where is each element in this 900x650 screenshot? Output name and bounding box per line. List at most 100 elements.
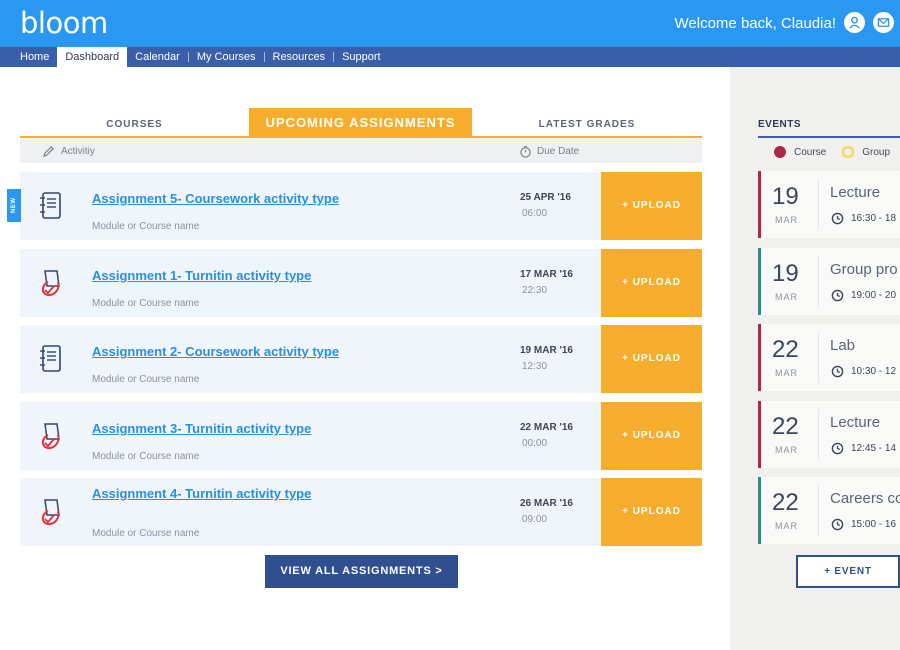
nav-my-courses[interactable]: My Courses — [189, 47, 264, 67]
event-divider — [818, 485, 819, 536]
group-dot-icon — [842, 146, 855, 158]
turnitin-icon — [42, 270, 60, 297]
event-month: MAR — [775, 521, 798, 531]
module-name: Module or Course name — [92, 374, 200, 385]
event-day: 22 — [772, 336, 799, 363]
upload-button[interactable]: + UPLOAD — [601, 402, 702, 470]
activity-column-header[interactable]: Activitiy — [42, 145, 95, 158]
clock-icon — [831, 518, 844, 531]
event-item[interactable]: 22 MAR Lab 10:30 - 12 — [758, 324, 900, 391]
event-item[interactable]: 19 MAR Group pro 19:00 - 20 — [758, 248, 900, 315]
assignment-title-link[interactable]: Assignment 4- Turnitin activity type — [92, 486, 311, 501]
due-time: 09:00 — [522, 514, 548, 525]
upload-button[interactable]: + UPLOAD — [601, 249, 702, 317]
due-date: 19 MAR '16 — [520, 345, 573, 356]
event-time: 19:00 - 20 — [831, 289, 896, 302]
module-name: Module or Course name — [92, 528, 200, 539]
event-item[interactable]: 22 MAR Lecture 12:45 - 14 — [758, 401, 900, 468]
events-sidebar: EVENTS Course Group 19 MAR Lecture 16:30… — [730, 67, 900, 650]
event-day: 19 — [772, 260, 799, 287]
mail-icon[interactable] — [873, 12, 894, 33]
event-month: MAR — [775, 215, 798, 225]
event-time-text: 12:45 - 14 — [851, 443, 897, 454]
due-date: 17 MAR '16 — [520, 269, 573, 280]
assignment-row[interactable]: Assignment 5- Coursework activity type M… — [20, 172, 702, 240]
welcome-text: Welcome back, Claudia! — [674, 15, 836, 32]
legend-course: Course — [794, 146, 827, 158]
assignment-title-link[interactable]: Assignment 1- Turnitin activity type — [92, 268, 311, 283]
event-divider — [818, 332, 819, 383]
notebook-icon — [40, 345, 61, 372]
module-name: Module or Course name — [92, 451, 200, 462]
event-day: 22 — [772, 413, 799, 440]
due-time: 00:00 — [522, 438, 548, 449]
event-month: MAR — [775, 368, 798, 378]
due-date-column-header[interactable]: Due Date — [519, 145, 579, 158]
event-month: MAR — [775, 445, 798, 455]
notebook-icon — [40, 192, 61, 219]
due-date: 22 MAR '16 — [520, 422, 573, 433]
tab-bar: COURSES UPCOMING ASSIGNMENTS LATEST GRAD… — [20, 108, 702, 138]
tab-latest-grades[interactable]: LATEST GRADES — [472, 108, 702, 138]
event-day: 19 — [772, 183, 799, 210]
profile-icon[interactable] — [844, 12, 865, 33]
event-divider — [818, 179, 819, 230]
nav-support[interactable]: Support — [334, 47, 389, 67]
assignment-title-link[interactable]: Assignment 2- Coursework activity type — [92, 344, 339, 359]
event-type-bar — [758, 477, 761, 544]
assignment-title-link[interactable]: Assignment 5- Coursework activity type — [92, 191, 339, 206]
clock-icon — [831, 442, 844, 455]
turnitin-icon — [42, 499, 60, 526]
event-time-text: 16:30 - 18 — [851, 213, 897, 224]
events-heading: EVENTS — [758, 119, 802, 130]
bloom-logo[interactable]: bloom — [20, 6, 108, 40]
nav-calendar[interactable]: Calendar — [127, 47, 188, 67]
due-time: 12:30 — [522, 361, 548, 372]
new-badge: NEW — [7, 189, 21, 222]
event-name: Lecture — [830, 184, 881, 201]
nav-dashboard[interactable]: Dashboard — [57, 47, 128, 67]
event-time-text: 10:30 - 12 — [851, 366, 897, 377]
event-time-text: 19:00 - 20 — [851, 290, 897, 301]
nav-resources[interactable]: Resources — [265, 47, 334, 67]
assignment-row[interactable]: Assignment 2- Coursework activity type M… — [20, 325, 702, 393]
upload-button[interactable]: + UPLOAD — [601, 325, 702, 393]
due-date-label: Due Date — [537, 146, 580, 157]
event-item[interactable]: 22 MAR Careers co 15:00 - 16 — [758, 477, 900, 544]
event-type-bar — [758, 171, 761, 238]
upload-button[interactable]: + UPLOAD — [601, 172, 702, 240]
main-nav: Home Dashboard Calendar My Courses Resou… — [0, 47, 900, 67]
activity-label: Activitiy — [61, 146, 95, 157]
event-day: 22 — [772, 489, 799, 516]
due-date: 25 APR '16 — [520, 192, 571, 203]
event-name: Careers co — [830, 490, 900, 507]
pencil-icon — [42, 146, 54, 158]
top-header: bloom Welcome back, Claudia! — [0, 0, 900, 47]
event-item[interactable]: 19 MAR Lecture 16:30 - 18 — [758, 171, 900, 238]
event-month: MAR — [775, 292, 798, 302]
add-event-button[interactable]: + EVENT — [796, 555, 900, 588]
assignment-title-link[interactable]: Assignment 3- Turnitin activity type — [92, 421, 311, 436]
tab-courses[interactable]: COURSES — [20, 108, 249, 138]
legend-group: Group — [862, 146, 891, 158]
event-time: 12:45 - 14 — [831, 442, 896, 455]
due-time: 22:30 — [522, 285, 548, 296]
clock-icon — [831, 365, 844, 378]
event-time: 10:30 - 12 — [831, 365, 896, 378]
upload-button[interactable]: + UPLOAD — [601, 478, 702, 546]
tab-upcoming-assignments[interactable]: UPCOMING ASSIGNMENTS — [249, 108, 472, 138]
view-all-assignments-button[interactable]: VIEW ALL ASSIGNMENTS > — [265, 555, 458, 588]
nav-home[interactable]: Home — [12, 47, 57, 67]
assignment-row[interactable]: Assignment 4- Turnitin activity type Mod… — [20, 478, 702, 546]
event-name: Lecture — [830, 414, 881, 431]
event-divider — [818, 409, 819, 460]
turnitin-icon — [42, 423, 60, 450]
module-name: Module or Course name — [92, 221, 200, 232]
event-time: 15:00 - 16 — [831, 518, 896, 531]
assignment-row[interactable]: Assignment 3- Turnitin activity type Mod… — [20, 402, 702, 470]
stopwatch-icon — [520, 146, 531, 158]
assignment-row[interactable]: Assignment 1- Turnitin activity type Mod… — [20, 249, 702, 317]
event-time-text: 15:00 - 16 — [851, 519, 897, 530]
event-divider — [818, 256, 819, 307]
events-heading-rule — [758, 136, 900, 138]
